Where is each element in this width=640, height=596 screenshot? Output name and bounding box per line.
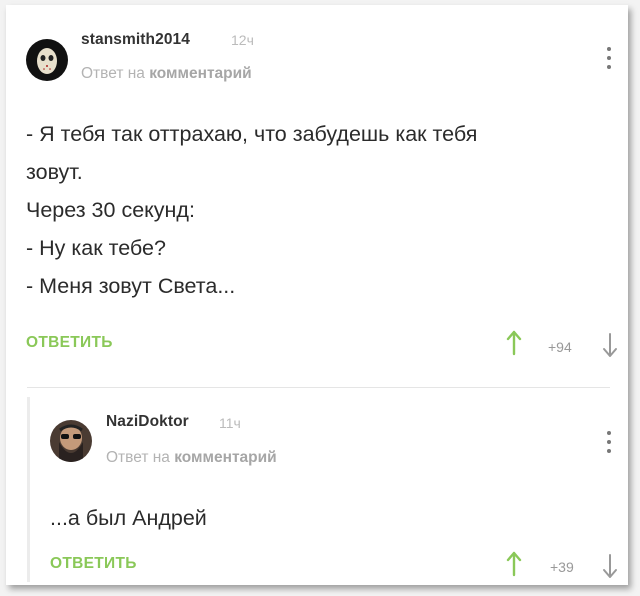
username[interactable]: stansmith2014 (81, 31, 190, 49)
thread-line (27, 397, 30, 582)
divider (27, 387, 610, 388)
avatar[interactable] (26, 39, 68, 81)
vote-score: +94 (548, 339, 572, 355)
arrow-up-icon[interactable] (506, 551, 522, 577)
timestamp: 12ч (231, 32, 254, 48)
comment-line: ...а был Андрей (50, 506, 207, 530)
comment-thread: stansmith2014 12ч Ответ на комментарий -… (6, 5, 628, 585)
reply-button[interactable]: ОТВЕТИТЬ (26, 334, 113, 352)
reply-button[interactable]: ОТВЕТИТЬ (50, 555, 137, 573)
arrow-down-icon[interactable] (602, 332, 618, 358)
reply-to: Ответ на комментарий (81, 65, 252, 83)
comment-line: зовут. (26, 160, 83, 184)
comment-body: ...а был Андрей (50, 499, 207, 537)
vote-score: +39 (550, 559, 574, 575)
username[interactable]: NaziDoktor (106, 413, 189, 431)
reply-to-link[interactable]: комментарий (149, 65, 251, 82)
comment-line: - Ну как тебе? (26, 236, 166, 260)
reply-to: Ответ на комментарий (106, 449, 277, 467)
comment-line: Через 30 секунд: (26, 198, 195, 222)
reply-to-link[interactable]: комментарий (174, 449, 276, 466)
comment-line: - Меня зовут Света... (26, 274, 236, 298)
comment-body: - Я тебя так оттрахаю, что забудешь как … (26, 115, 477, 305)
arrow-up-icon[interactable] (506, 330, 522, 356)
reply-to-prefix: Ответ на (106, 449, 170, 466)
reply-to-prefix: Ответ на (81, 65, 145, 82)
kebab-menu-icon[interactable] (604, 431, 614, 461)
comment-line: - Я тебя так оттрахаю, что забудешь как … (26, 122, 478, 146)
kebab-menu-icon[interactable] (604, 47, 614, 77)
timestamp: 11ч (219, 415, 241, 431)
avatar[interactable] (50, 420, 92, 462)
arrow-down-icon[interactable] (602, 553, 618, 579)
